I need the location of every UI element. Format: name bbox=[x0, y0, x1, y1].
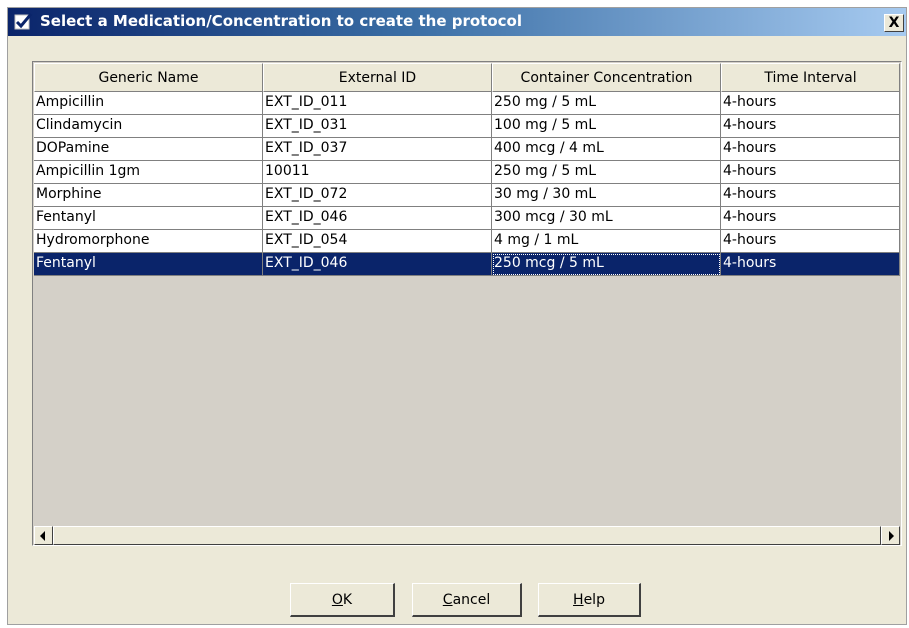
cancel-label: ancel bbox=[452, 591, 491, 608]
cell-container-concentration: 300 mcg / 30 mL bbox=[492, 207, 721, 230]
table-row[interactable]: Hydromorphone EXT_ID_054 4 mg / 1 mL 4-h… bbox=[34, 230, 900, 253]
cell-time-interval: 4-hours bbox=[721, 161, 900, 184]
column-header-container-concentration[interactable]: Container Concentration bbox=[492, 63, 721, 92]
cell-container-concentration: 4 mg / 1 mL bbox=[492, 230, 721, 253]
cell-container-concentration: 250 mg / 5 mL bbox=[492, 92, 721, 115]
cell-generic-name: Morphine bbox=[34, 184, 263, 207]
horizontal-scrollbar[interactable] bbox=[34, 526, 900, 545]
cell-external-id: EXT_ID_046 bbox=[263, 207, 492, 230]
help-mnemonic: H bbox=[573, 591, 584, 608]
cell-generic-name: Hydromorphone bbox=[34, 230, 263, 253]
table-row[interactable]: Ampicillin 1gm 10011 250 mg / 5 mL 4-hou… bbox=[34, 161, 900, 184]
cell-generic-name: Clindamycin bbox=[34, 115, 263, 138]
cell-time-interval: 4-hours bbox=[721, 184, 900, 207]
table-header: Generic Name External ID Container Conce… bbox=[34, 63, 900, 92]
cell-container-concentration: 30 mg / 30 mL bbox=[492, 184, 721, 207]
table-row[interactable]: Morphine EXT_ID_072 30 mg / 30 mL 4-hour… bbox=[34, 184, 900, 207]
cell-external-id: EXT_ID_054 bbox=[263, 230, 492, 253]
cell-external-id: EXT_ID_046 bbox=[263, 253, 492, 276]
cell-generic-name: Fentanyl bbox=[34, 253, 263, 276]
cell-external-id: EXT_ID_072 bbox=[263, 184, 492, 207]
window-title: Select a Medication/Concentration to cre… bbox=[40, 12, 522, 30]
cell-generic-name: DOPamine bbox=[34, 138, 263, 161]
help-button[interactable]: Help bbox=[538, 583, 641, 617]
cell-external-id: EXT_ID_037 bbox=[263, 138, 492, 161]
cell-generic-name: Ampicillin 1gm bbox=[34, 161, 263, 184]
left-arrow-icon[interactable] bbox=[34, 526, 53, 545]
medication-table: Generic Name External ID Container Conce… bbox=[32, 61, 902, 546]
scrollbar-thumb[interactable] bbox=[53, 526, 881, 545]
cell-time-interval: 4-hours bbox=[721, 207, 900, 230]
ok-button[interactable]: OK bbox=[290, 583, 395, 617]
cell-time-interval: 4-hours bbox=[721, 230, 900, 253]
close-button[interactable]: X bbox=[884, 14, 904, 32]
table-row-selected[interactable]: Fentanyl EXT_ID_046 250 mcg / 5 mL 4-hou… bbox=[34, 253, 900, 276]
cell-time-interval: 4-hours bbox=[721, 253, 900, 276]
column-header-time-interval[interactable]: Time Interval bbox=[721, 63, 900, 92]
cell-external-id: EXT_ID_011 bbox=[263, 92, 492, 115]
checkmark-icon bbox=[14, 13, 33, 30]
help-label: elp bbox=[583, 591, 605, 608]
ok-mnemonic: O bbox=[331, 591, 343, 608]
cell-generic-name: Fentanyl bbox=[34, 207, 263, 230]
close-icon: X bbox=[888, 15, 900, 31]
table-viewport: Generic Name External ID Container Conce… bbox=[34, 63, 900, 518]
table-row[interactable]: Ampicillin EXT_ID_011 250 mg / 5 mL 4-ho… bbox=[34, 92, 900, 115]
table-row[interactable]: DOPamine EXT_ID_037 400 mcg / 4 mL 4-hou… bbox=[34, 138, 900, 161]
table-row[interactable]: Fentanyl EXT_ID_046 300 mcg / 30 mL 4-ho… bbox=[34, 207, 900, 230]
cell-time-interval: 4-hours bbox=[721, 138, 900, 161]
cell-external-id: 10011 bbox=[263, 161, 492, 184]
cell-time-interval: 4-hours bbox=[721, 115, 900, 138]
cell-container-concentration: 400 mcg / 4 mL bbox=[492, 138, 721, 161]
ok-label: K bbox=[342, 591, 353, 608]
medication-dialog: Select a Medication/Concentration to cre… bbox=[7, 7, 907, 625]
column-header-external-id[interactable]: External ID bbox=[263, 63, 492, 92]
column-header-generic-name[interactable]: Generic Name bbox=[34, 63, 263, 92]
cancel-mnemonic: C bbox=[442, 591, 453, 608]
cancel-button[interactable]: Cancel bbox=[412, 583, 522, 617]
cell-container-concentration: 250 mg / 5 mL bbox=[492, 161, 721, 184]
cell-external-id: EXT_ID_031 bbox=[263, 115, 492, 138]
cell-container-concentration: 250 mcg / 5 mL bbox=[492, 253, 721, 276]
title-bar[interactable]: Select a Medication/Concentration to cre… bbox=[8, 8, 906, 36]
right-arrow-icon[interactable] bbox=[881, 526, 900, 545]
cell-time-interval: 4-hours bbox=[721, 92, 900, 115]
table-row[interactable]: Clindamycin EXT_ID_031 100 mg / 5 mL 4-h… bbox=[34, 115, 900, 138]
cell-container-concentration: 100 mg / 5 mL bbox=[492, 115, 721, 138]
cell-generic-name: Ampicillin bbox=[34, 92, 263, 115]
